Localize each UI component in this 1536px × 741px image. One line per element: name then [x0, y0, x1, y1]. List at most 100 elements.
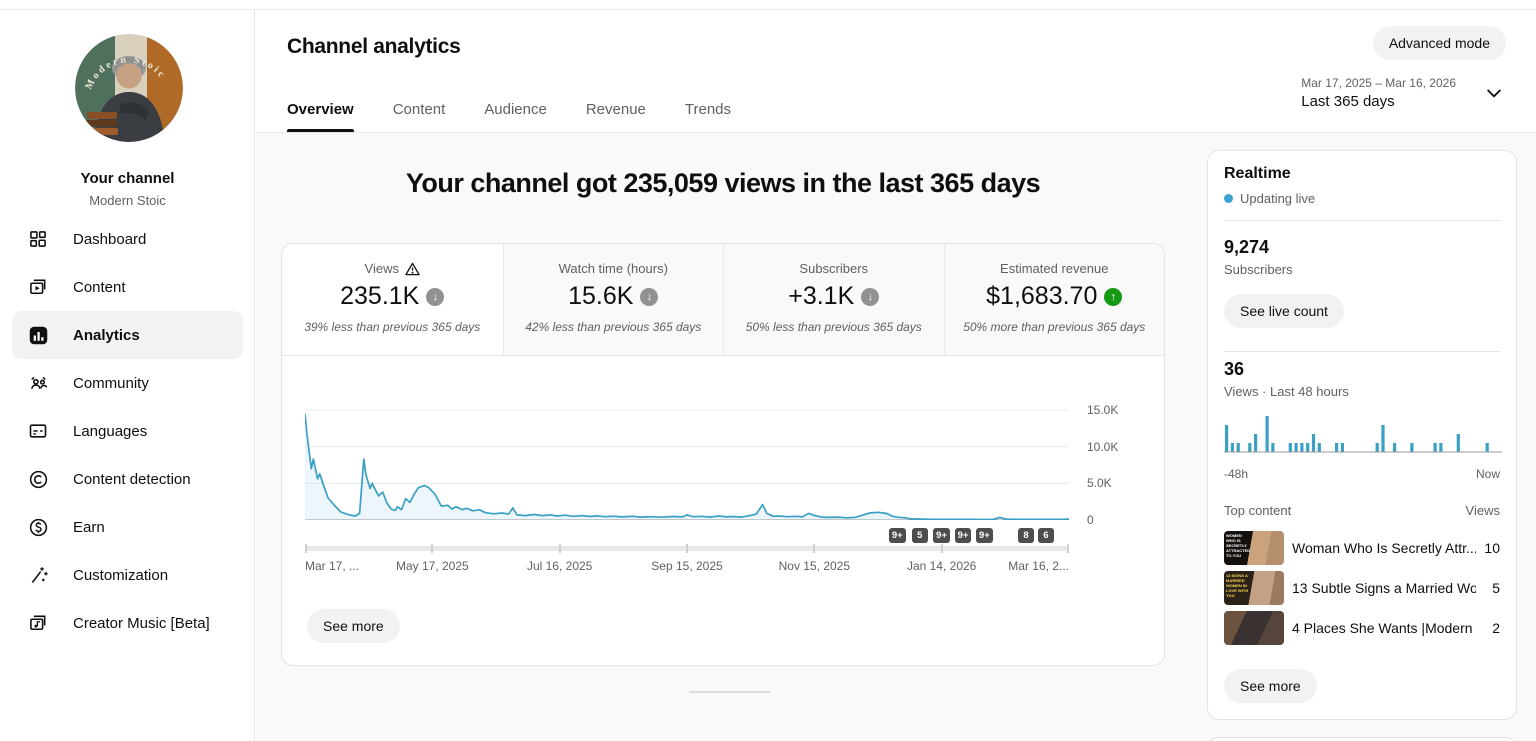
tab-audience[interactable]: Audience — [484, 101, 547, 132]
tab-revenue[interactable]: Revenue — [586, 101, 646, 132]
x-tick-label: Mar 17, ... — [305, 559, 359, 573]
sidebar-item-creator-music[interactable]: Creator Music [Beta] — [0, 599, 255, 647]
publish-badge[interactable]: 9+ — [889, 528, 906, 543]
earn-icon — [27, 516, 49, 538]
date-range-picker[interactable]: Mar 17, 2025 – Mar 16, 2026 Last 365 day… — [1301, 76, 1504, 110]
metric-subscribers-value: +3.1K — [788, 282, 854, 311]
advanced-mode-button[interactable]: Advanced mode — [1373, 26, 1506, 60]
y-tick-label: 0 — [1087, 514, 1094, 527]
see-live-count-button[interactable]: See live count — [1224, 294, 1344, 328]
channel-title: Your channel — [0, 170, 255, 187]
sidebar-item-earn[interactable]: Earn — [0, 503, 255, 551]
metric-watch-time-label: Watch time (hours) — [559, 261, 668, 276]
y-tick-label: 15.0K — [1087, 404, 1118, 417]
metric-views-value: 235.1K — [340, 282, 419, 311]
sidebar-item-customization[interactable]: Customization — [0, 551, 255, 599]
realtime-views-label: Views · Last 48 hours — [1224, 384, 1500, 399]
realtime-card: Realtime Updating live 9,274 Subscribers… — [1207, 150, 1517, 720]
page-title: Channel analytics — [287, 35, 460, 59]
x-tick-label: Sep 15, 2025 — [651, 559, 722, 573]
top-content-label: Top content — [1224, 503, 1291, 518]
customization-icon — [27, 564, 49, 586]
dashboard-icon — [27, 228, 49, 250]
metric-revenue-value: $1,683.70 — [986, 282, 1097, 311]
y-tick-label: 10.0K — [1087, 441, 1118, 454]
bar-chart-svg — [1224, 413, 1502, 461]
realtime-see-more-button[interactable]: See more — [1224, 669, 1317, 703]
trend-up-icon: ↑ — [1104, 288, 1122, 306]
video-title: 13 Subtle Signs a Married Wo... — [1292, 580, 1476, 596]
sidebar-item-analytics[interactable]: Analytics — [12, 311, 243, 359]
trend-down-icon: ↓ — [861, 288, 879, 306]
chevron-down-icon[interactable] — [1484, 83, 1504, 103]
sidebar-item-dashboard[interactable]: Dashboard — [0, 215, 255, 263]
metric-subscribers[interactable]: Subscribers +3.1K ↓ 50% less than previo… — [723, 244, 944, 355]
views-line-chart[interactable] — [305, 396, 1069, 520]
tab-content[interactable]: Content — [393, 101, 446, 132]
channel-avatar-art: Modern Stoic — [75, 34, 183, 142]
sidebar-nav: Dashboard Content — [0, 215, 255, 647]
video-title: Woman Who Is Secretly Attr... — [1292, 540, 1476, 556]
x-tick-label: Mar 16, 2... — [1008, 559, 1069, 573]
tab-overview[interactable]: Overview — [287, 101, 354, 132]
metric-views-label: Views — [365, 261, 399, 276]
video-views: 2 — [1476, 620, 1500, 636]
video-thumbnail — [1224, 611, 1284, 645]
divider — [1224, 351, 1500, 352]
top-content-row-1[interactable]: WOMEN WHO IS SECRETLY ATTRACTED TO YOU W… — [1224, 531, 1500, 565]
metric-revenue[interactable]: Estimated revenue $1,683.70 ↑ 50% more t… — [944, 244, 1165, 355]
youtube-studio-analytics-page: Modern Stoic Your channel Modern Stoic D… — [0, 0, 1536, 741]
collapsed-card-divider — [689, 691, 770, 693]
tab-trends[interactable]: Trends — [685, 101, 731, 132]
overview-chart-card: Views 235.1K ↓ 39% less than previous 36… — [281, 243, 1165, 666]
x-tick-label: May 17, 2025 — [396, 559, 469, 573]
metric-tabs: Views 235.1K ↓ 39% less than previous 36… — [282, 244, 1164, 356]
realtime-title: Realtime — [1224, 165, 1500, 183]
sidebar-item-content[interactable]: Content — [0, 263, 255, 311]
realtime-views-count: 36 — [1224, 359, 1500, 380]
publish-badge[interactable]: 9+ — [933, 528, 950, 543]
x-tick-label: Jan 14, 2026 — [907, 559, 976, 573]
publish-badge[interactable]: 6 — [1038, 528, 1054, 543]
realtime-bar-chart[interactable] — [1224, 413, 1500, 461]
publish-badge[interactable]: 8 — [1018, 528, 1034, 543]
publish-badge[interactable]: 5 — [912, 528, 928, 543]
channel-avatar[interactable]: Modern Stoic — [75, 34, 183, 142]
video-thumbnail: 13 SIGNS A MARRIED WOMEN IN LOVE WITH YO… — [1224, 571, 1284, 605]
chart-timeline-scrubber[interactable] — [305, 546, 1069, 551]
video-thumbnail: WOMEN WHO IS SECRETLY ATTRACTED TO YOU — [1224, 531, 1284, 565]
video-views: 10 — [1476, 540, 1500, 556]
video-views: 5 — [1476, 580, 1500, 596]
warning-icon — [405, 262, 420, 276]
axis-label-48h: -48h — [1224, 467, 1248, 481]
community-icon — [27, 372, 49, 394]
analytics-tabs: Overview Content Audience Revenue Trends — [287, 101, 731, 132]
y-tick-label: 5.0K — [1087, 477, 1112, 490]
publish-badges-row: 9+ 5 9+ 9+ 9+ 86 — [305, 528, 1069, 543]
date-range-text: Mar 17, 2025 – Mar 16, 2026 — [1301, 76, 1456, 90]
sidebar-item-languages[interactable]: Languages — [0, 407, 255, 455]
trend-down-icon: ↓ — [426, 288, 444, 306]
analytics-icon — [27, 324, 49, 346]
x-tick-label: Nov 15, 2025 — [779, 559, 850, 573]
chart-see-more-button[interactable]: See more — [307, 609, 400, 643]
metric-subscribers-label: Subscribers — [799, 261, 868, 276]
publish-badge[interactable]: 9+ — [955, 528, 972, 543]
sidebar-item-content-detection[interactable]: Content detection — [0, 455, 255, 503]
languages-icon — [27, 420, 49, 442]
live-dot-icon — [1224, 194, 1233, 203]
sidebar-item-community[interactable]: Community — [0, 359, 255, 407]
sidebar: Modern Stoic Your channel Modern Stoic D… — [0, 10, 255, 741]
analytics-header: Channel analytics Overview Content Audie… — [256, 10, 1536, 133]
top-content-row-3[interactable]: 4 Places She Wants |Modern ... 2 — [1224, 611, 1500, 645]
metric-views[interactable]: Views 235.1K ↓ 39% less than previous 36… — [282, 244, 503, 355]
top-content-row-2[interactable]: 13 SIGNS A MARRIED WOMEN IN LOVE WITH YO… — [1224, 571, 1500, 605]
publish-badge[interactable]: 9+ — [976, 528, 993, 543]
metric-watch-time[interactable]: Watch time (hours) 15.6K ↓ 42% less than… — [503, 244, 724, 355]
realtime-status: Updating live — [1224, 191, 1500, 206]
date-preset-text: Last 365 days — [1301, 93, 1456, 110]
views-column-label: Views — [1466, 503, 1500, 518]
divider — [1224, 220, 1500, 221]
metric-watch-time-value: 15.6K — [568, 282, 633, 311]
creator-music-icon — [27, 612, 49, 634]
